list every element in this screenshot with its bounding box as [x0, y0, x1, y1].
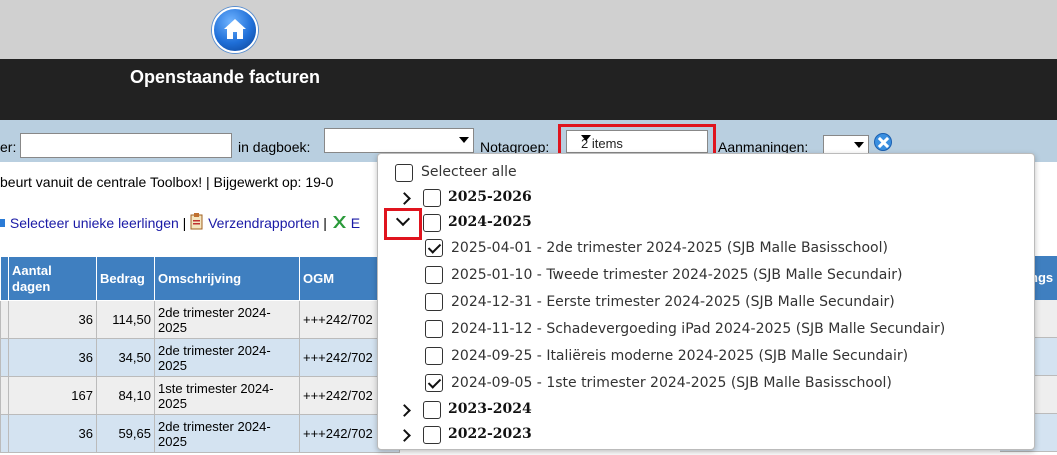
item-label: 2025-04-01 - 2de trimester 2024-2025 (SJ…	[451, 240, 888, 256]
notagroep-dropdown: Selecteer alle 2025-2026 2024-2025 2025-…	[377, 153, 1035, 450]
item-checkbox[interactable]	[425, 266, 443, 284]
group-option[interactable]: 2023-2024	[378, 398, 1034, 422]
item-label: 2024-09-05 - 1ste trimester 2024-2025 (S…	[451, 375, 892, 391]
page-title: Openstaande facturen	[130, 67, 321, 87]
column-header-description[interactable]: Omschrijving	[154, 256, 300, 301]
link-row: Selecteer unieke leerlingen | Verzendrap…	[0, 213, 360, 233]
column-header[interactable]	[0, 256, 9, 301]
group-label: 2024-2025	[448, 214, 532, 230]
amount-cell: 84,10	[96, 376, 155, 415]
group-label: 2022-2023	[448, 426, 532, 442]
search-label: er:	[0, 139, 17, 155]
description-cell: 2de trimester 2024-2025	[154, 300, 300, 339]
item-label: 2025-01-10 - Tweede trimester 2024-2025 …	[451, 267, 903, 283]
separator: |	[323, 215, 327, 231]
item-checkbox[interactable]	[425, 320, 443, 338]
send-reports-link[interactable]: Verzendrapporten	[208, 215, 319, 231]
group-option[interactable]: 2025-2026	[378, 186, 1034, 210]
group-checkbox[interactable]	[423, 189, 441, 207]
invoice-group-item[interactable]: 2025-01-10 - Tweede trimester 2024-2025 …	[378, 264, 1034, 288]
days-cell: 36	[8, 338, 97, 377]
select-unique-students-link[interactable]: Selecteer unieke leerlingen	[10, 215, 179, 231]
invoice-group-item[interactable]: 2025-04-01 - 2de trimester 2024-2025 (SJ…	[378, 237, 1034, 261]
table-cell	[0, 300, 9, 339]
days-cell: 36	[8, 414, 97, 453]
amount-cell: 114,50	[96, 300, 155, 339]
select-all-label: Selecteer alle	[421, 164, 517, 180]
group-checkbox[interactable]	[423, 401, 441, 419]
invoice-group-item[interactable]: 2024-09-05 - 1ste trimester 2024-2025 (S…	[378, 372, 1034, 396]
expand-highlight	[384, 208, 422, 240]
notagroep-select[interactable]: 2 items	[566, 130, 708, 153]
table-row[interactable]: 167 84,10 1ste trimester 2024-2025 +++24…	[0, 376, 400, 415]
invoices-table: Aantal dagen Bedrag Omschrijving OGM 36 …	[0, 256, 400, 453]
select-all-option[interactable]: Selecteer alle	[378, 161, 1034, 185]
excel-link[interactable]: E	[351, 215, 360, 231]
home-icon	[224, 19, 246, 39]
amount-cell: 59,65	[96, 414, 155, 453]
description-cell: 2de trimester 2024-2025	[154, 338, 300, 377]
table-row[interactable]: 36 114,50 2de trimester 2024-2025 +++242…	[0, 300, 400, 339]
chevron-right-icon[interactable]	[398, 429, 411, 442]
table-header-row: Aantal dagen Bedrag Omschrijving OGM	[0, 256, 400, 301]
select-icon	[0, 216, 6, 233]
chevron-right-icon[interactable]	[398, 192, 411, 205]
info-line: beurt vanuit de centrale Toolbox! | Bijg…	[0, 174, 334, 190]
aanmaningen-select[interactable]	[823, 135, 869, 155]
item-checkbox[interactable]	[425, 293, 443, 311]
item-checkbox[interactable]	[425, 374, 443, 392]
report-icon	[190, 213, 204, 233]
top-strip	[0, 0, 1057, 59]
chevron-down-icon	[581, 135, 591, 141]
group-option[interactable]: 2024-2025	[378, 211, 1034, 235]
chevron-down-icon	[459, 137, 469, 143]
column-header-amount[interactable]: Bedrag	[96, 256, 155, 301]
invoice-group-item[interactable]: 2024-12-31 - Eerste trimester 2024-2025 …	[378, 291, 1034, 315]
group-label: 2025-2026	[448, 189, 532, 205]
column-header-days[interactable]: Aantal dagen	[8, 256, 97, 301]
amount-cell: 34,50	[96, 338, 155, 377]
table-cell	[0, 338, 9, 377]
table-cell	[0, 414, 9, 453]
group-option[interactable]: 2022-2023	[378, 423, 1034, 447]
group-label: 2023-2024	[448, 401, 532, 417]
days-cell: 167	[8, 376, 97, 415]
invoice-group-item[interactable]: 2024-11-12 - Schadevergoeding iPad 2024-…	[378, 318, 1034, 342]
home-button[interactable]	[212, 7, 258, 53]
item-label: 2024-11-12 - Schadevergoeding iPad 2024-…	[451, 321, 946, 337]
invoice-group-item[interactable]: 2024-09-25 - Italiëreis moderne 2024-202…	[378, 345, 1034, 369]
table-row[interactable]: 36 59,65 2de trimester 2024-2025 +++242/…	[0, 414, 400, 453]
chevron-right-icon[interactable]	[398, 404, 411, 417]
description-cell: 1ste trimester 2024-2025	[154, 376, 300, 415]
item-label: 2024-09-25 - Italiëreis moderne 2024-202…	[451, 348, 909, 364]
description-cell: 2de trimester 2024-2025	[154, 414, 300, 453]
clear-filters-icon[interactable]	[874, 133, 892, 151]
search-input[interactable]	[20, 133, 232, 158]
group-checkbox[interactable]	[423, 426, 441, 444]
table-cell	[0, 376, 9, 415]
item-label: 2024-12-31 - Eerste trimester 2024-2025 …	[451, 294, 895, 310]
days-cell: 36	[8, 300, 97, 339]
dagboek-select[interactable]	[324, 128, 474, 153]
excel-icon	[331, 214, 347, 233]
item-checkbox[interactable]	[425, 239, 443, 257]
select-all-checkbox[interactable]	[395, 164, 413, 182]
header-bar: Openstaande facturen	[0, 59, 1057, 120]
dagboek-label: in dagboek:	[238, 139, 311, 155]
separator: |	[182, 215, 187, 231]
item-checkbox[interactable]	[425, 347, 443, 365]
chevron-down-icon	[854, 142, 864, 148]
group-checkbox[interactable]	[423, 214, 441, 232]
table-row[interactable]: 36 34,50 2de trimester 2024-2025 +++242/…	[0, 338, 400, 377]
